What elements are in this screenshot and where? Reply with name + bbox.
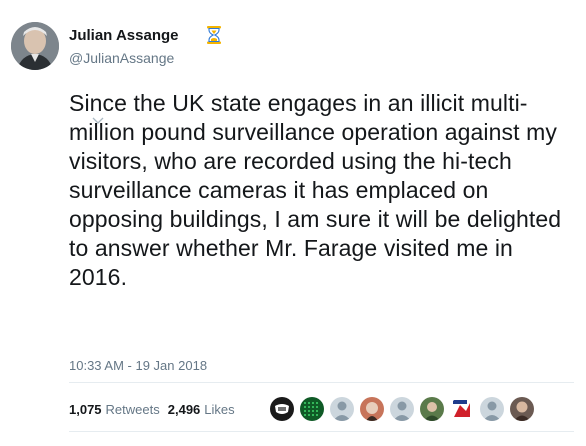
tweet-timestamp[interactable]: 10:33 AM - 19 Jan 2018	[69, 358, 207, 373]
liker-avatar[interactable]	[390, 397, 414, 421]
liker-avatars	[270, 396, 540, 422]
retweets-count[interactable]: 1,075	[69, 402, 102, 417]
likes-label[interactable]: Likes	[204, 402, 234, 417]
tweet-stats: 1,075 Retweets 2,496 Likes	[69, 402, 235, 417]
divider	[69, 431, 574, 432]
tweet-text: Since the UK state engages in an illicit…	[69, 90, 562, 290]
liker-avatar[interactable]	[450, 397, 474, 421]
liker-avatar[interactable]	[510, 397, 534, 421]
divider	[69, 382, 574, 383]
retweets-label[interactable]: Retweets	[106, 402, 160, 417]
liker-avatar[interactable]	[420, 397, 444, 421]
liker-avatar[interactable]	[360, 397, 384, 421]
tweet-card: Julian Assange @JulianAssange Since the …	[0, 0, 586, 446]
liker-avatar[interactable]	[330, 397, 354, 421]
liker-avatar[interactable]	[270, 397, 294, 421]
author-handle[interactable]: @JulianAssange	[69, 50, 174, 66]
liker-avatar[interactable]	[480, 397, 504, 421]
author-avatar[interactable]	[11, 22, 59, 70]
hourglass-icon	[206, 25, 222, 45]
author-name[interactable]: Julian Assange	[69, 27, 178, 44]
likes-count[interactable]: 2,496	[168, 402, 201, 417]
liker-avatar[interactable]	[300, 397, 324, 421]
